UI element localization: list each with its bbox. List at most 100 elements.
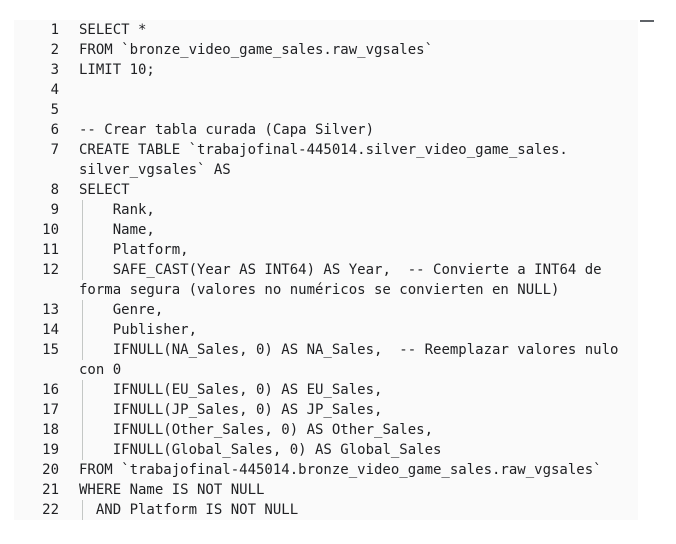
code-line-wrap[interactable]: forma segura (valores no numéricos se co…	[14, 280, 638, 300]
line-number: 22	[42, 502, 59, 518]
indent-guide	[82, 260, 83, 280]
line-number: 4	[50, 82, 59, 98]
code-line[interactable]: 8 SELECT	[14, 180, 638, 200]
line-text-wrap: Rank,	[79, 200, 638, 220]
code-line[interactable]: 16 IFNULL(EU_Sales, 0) AS EU_Sales,	[14, 380, 638, 400]
line-text: CREATE TABLE `trabajofinal-445014.silver…	[79, 142, 568, 158]
indent-guide	[82, 240, 83, 260]
indent-guide	[82, 440, 83, 460]
code-line[interactable]: 13 Genre,	[14, 300, 638, 320]
code-line[interactable]: 18 IFNULL(Other_Sales, 0) AS Other_Sales…	[14, 420, 638, 440]
line-number: 16	[42, 382, 59, 398]
code-line[interactable]: 7 CREATE TABLE `trabajofinal-445014.silve…	[14, 140, 638, 160]
line-text: SELECT *	[79, 22, 147, 38]
line-text: Genre,	[79, 302, 164, 318]
code-line[interactable]: 10 Name,	[14, 220, 638, 240]
line-number: 17	[42, 402, 59, 418]
code-line[interactable]: 11 Platform,	[14, 240, 638, 260]
line-text: IFNULL(JP_Sales, 0) AS JP_Sales,	[79, 402, 383, 418]
code-line[interactable]: 15 IFNULL(NA_Sales, 0) AS NA_Sales, -- R…	[14, 340, 638, 360]
line-text: IFNULL(Other_Sales, 0) AS Other_Sales,	[79, 422, 434, 438]
code-line[interactable]: 5	[14, 100, 638, 120]
line-number: 6	[50, 122, 59, 138]
code-line[interactable]: 2 FROM `bronze_video_game_sales.raw_vgsal…	[14, 40, 638, 60]
line-number: 1	[50, 22, 59, 38]
line-number: 15	[42, 342, 59, 358]
line-number: 14	[42, 322, 59, 338]
indent-guide	[82, 300, 83, 320]
line-text-wrap: IFNULL(EU_Sales, 0) AS EU_Sales,	[79, 380, 638, 400]
line-text: AND Platform IS NOT NULL	[79, 502, 299, 518]
line-text: SAFE_CAST(Year AS INT64) AS Year, -- Con…	[79, 262, 602, 278]
minimize-icon[interactable]	[640, 20, 654, 22]
line-text: SELECT	[79, 182, 130, 198]
line-text: Publisher,	[79, 322, 198, 338]
code-line[interactable]: 1 SELECT *	[14, 20, 638, 40]
line-number: 9	[50, 202, 59, 218]
line-text: WHERE Name IS NOT NULL	[79, 482, 265, 498]
code-line[interactable]: 9 Rank,	[14, 200, 638, 220]
line-text-wrap: AND Platform IS NOT NULL	[79, 500, 638, 520]
line-text-wrap: IFNULL(Other_Sales, 0) AS Other_Sales,	[79, 420, 638, 440]
line-text: Platform,	[79, 242, 189, 258]
line-number	[14, 360, 79, 380]
line-text: con 0	[79, 362, 122, 378]
line-text-wrap: Genre,	[79, 300, 638, 320]
indent-guide	[82, 340, 83, 360]
line-number: 3	[50, 62, 59, 78]
line-text	[79, 80, 638, 100]
line-text: LIMIT 10;	[79, 62, 155, 78]
code-line[interactable]: 19 IFNULL(Global_Sales, 0) AS Global_Sal…	[14, 440, 638, 460]
code-line-wrap[interactable]: con 0	[14, 360, 638, 380]
line-number	[14, 280, 79, 300]
code-line[interactable]: 12 SAFE_CAST(Year AS INT64) AS Year, -- …	[14, 260, 638, 280]
line-text-wrap: SAFE_CAST(Year AS INT64) AS Year, -- Con…	[79, 260, 638, 280]
code-line-wrap[interactable]: silver_vgsales` AS	[14, 160, 638, 180]
line-number: 18	[42, 422, 59, 438]
line-number: 13	[42, 302, 59, 318]
line-number: 11	[42, 242, 59, 258]
code-lines: 1 SELECT * 2 FROM `bronze_video_game_sales…	[14, 20, 638, 520]
line-text: -- Crear tabla curada (Capa Silver)	[79, 122, 375, 138]
line-text: IFNULL(EU_Sales, 0) AS EU_Sales,	[79, 382, 383, 398]
code-line[interactable]: 17 IFNULL(JP_Sales, 0) AS JP_Sales,	[14, 400, 638, 420]
line-number: 19	[42, 442, 59, 458]
line-text: silver_vgsales` AS	[79, 162, 231, 178]
code-line[interactable]: 6 -- Crear tabla curada (Capa Silver)	[14, 120, 638, 140]
code-editor[interactable]: 1 SELECT * 2 FROM `bronze_video_game_sales…	[14, 20, 638, 520]
line-number: 12	[42, 262, 59, 278]
line-text	[79, 100, 638, 120]
indent-guide	[82, 500, 83, 520]
line-number: 10	[42, 222, 59, 238]
code-line[interactable]: 4	[14, 80, 638, 100]
line-text: Rank,	[79, 202, 155, 218]
line-text-wrap: Platform,	[79, 240, 638, 260]
indent-guide	[82, 320, 83, 340]
line-text: forma segura (valores no numéricos se co…	[79, 282, 560, 298]
code-line[interactable]: 3 LIMIT 10;	[14, 60, 638, 80]
indent-guide	[82, 400, 83, 420]
line-number: 8	[50, 182, 59, 198]
code-line[interactable]: 21 WHERE Name IS NOT NULL	[14, 480, 638, 500]
line-text-wrap: IFNULL(NA_Sales, 0) AS NA_Sales, -- Reem…	[79, 340, 638, 360]
line-text: IFNULL(Global_Sales, 0) AS Global_Sales	[79, 442, 442, 458]
line-text: Name,	[79, 222, 155, 238]
line-number: 21	[42, 482, 59, 498]
line-number: 7	[50, 142, 59, 158]
line-text: FROM `trabajofinal-445014.bronze_video_g…	[79, 462, 602, 478]
line-number: 20	[42, 462, 59, 478]
indent-guide	[82, 220, 83, 240]
line-number: 5	[50, 102, 59, 118]
line-number	[14, 160, 79, 180]
line-text-wrap: Name,	[79, 220, 638, 240]
line-text: FROM `bronze_video_game_sales.raw_vgsale…	[79, 42, 434, 58]
indent-guide	[82, 420, 83, 440]
code-line[interactable]: 20 FROM `trabajofinal-445014.bronze_video…	[14, 460, 638, 480]
line-text: IFNULL(NA_Sales, 0) AS NA_Sales, -- Reem…	[79, 342, 619, 358]
code-line[interactable]: 22 AND Platform IS NOT NULL	[14, 500, 638, 520]
line-text-wrap: IFNULL(Global_Sales, 0) AS Global_Sales	[79, 440, 638, 460]
indent-guide	[82, 200, 83, 220]
line-text-wrap: IFNULL(JP_Sales, 0) AS JP_Sales,	[79, 400, 638, 420]
code-line[interactable]: 14 Publisher,	[14, 320, 638, 340]
line-text-wrap: Publisher,	[79, 320, 638, 340]
